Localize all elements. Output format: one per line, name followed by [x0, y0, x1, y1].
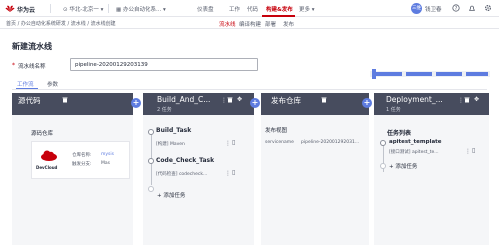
- pipeline-name-input[interactable]: pipeline-20200129203139: [70, 58, 258, 71]
- ellipsis-icon[interactable]: ⋮: [225, 170, 231, 177]
- tab-compile-build[interactable]: 编译构建: [239, 20, 261, 28]
- brand-name[interactable]: 华为云: [17, 5, 35, 14]
- release-view-header: 发布视图: [265, 128, 288, 134]
- drag-handle-icon[interactable]: ✥: [474, 96, 479, 103]
- drag-handle-icon[interactable]: ▯: [472, 147, 475, 154]
- source-repo-card[interactable]: DevCloud 仓库名称: mysis 触发分支: Mas: [31, 141, 130, 179]
- divider: [108, 4, 109, 13]
- task-card-build[interactable]: Build_Task [构建] Maven ⋮ ▯: [153, 123, 246, 153]
- stage-task-count: 2 任务: [157, 107, 172, 113]
- task-desc: [接口测试] apitest_te...: [389, 150, 439, 155]
- devcloud-logo-icon: [41, 150, 57, 161]
- nav-work[interactable]: 工作: [229, 5, 240, 13]
- stage-column-source: 源码仓库 DevCloud 仓库名称: mysis 触发分支: Mas: [12, 115, 133, 245]
- top-header: 华为云 ⊙ 华北-北京一 ▾ ▦ 办公自动化系... ▾ 仪表盘 工作 代码 构…: [0, 0, 499, 17]
- required-mark: *: [12, 62, 15, 69]
- branch-value: Mas: [101, 161, 110, 166]
- add-task-button[interactable]: + 添加任务: [389, 162, 417, 170]
- add-stage-button[interactable]: +: [362, 98, 372, 108]
- sub-navigation: 首页 / 办公自动化系统研发 / 流水线 / 流水线创建 流水线 编译构建 部署…: [0, 17, 499, 29]
- release-row-value[interactable]: pipeline-202001292031...: [301, 140, 359, 145]
- devcloud-logo-text: DevCloud: [36, 165, 58, 170]
- branch-label: 触发分支:: [72, 162, 92, 167]
- delete-icon[interactable]: [227, 97, 233, 103]
- stage-header-source[interactable]: 源代码: [12, 93, 133, 115]
- stage-header-release-repo[interactable]: 发布仓库: [261, 93, 369, 115]
- nav-dashboard[interactable]: 仪表盘: [197, 5, 214, 13]
- tab-workflow[interactable]: 工作流: [17, 80, 34, 88]
- task-name: Code_Check_Task: [156, 157, 215, 164]
- avatar[interactable]: 三维: [411, 3, 422, 14]
- nav-build-release[interactable]: 构建&发布: [266, 5, 293, 13]
- username[interactable]: 钱卫春: [425, 5, 442, 13]
- location-icon: ⊙: [63, 7, 68, 13]
- tab-deploy[interactable]: 部署: [265, 20, 276, 28]
- ellipsis-icon[interactable]: ⋮: [465, 148, 471, 155]
- chevron-down-icon: ▾: [100, 7, 104, 13]
- ellipsis-icon[interactable]: ⋮: [225, 140, 231, 147]
- stage-column-release-repo: 发布视图 servicename pipeline-202001292031..…: [261, 115, 369, 245]
- breadcrumb[interactable]: 首页 / 办公自动化系统研发 / 流水线 / 流水线创建: [6, 20, 116, 27]
- repo-name-value[interactable]: mysis: [101, 152, 114, 157]
- delete-icon[interactable]: [464, 97, 470, 103]
- add-stage-button[interactable]: +: [131, 98, 141, 108]
- nav-more-label: 更多: [299, 7, 311, 13]
- stage-title: 源代码: [18, 96, 41, 105]
- task-card-apitest[interactable]: apitest_template [接口测试] apitest_te... ⋮ …: [387, 137, 482, 159]
- task-status-icon: [380, 140, 386, 146]
- stage-task-count: 1 任务: [386, 107, 401, 113]
- huawei-logo-icon: [5, 5, 15, 12]
- page-title: 新建流水线: [12, 42, 52, 51]
- project-icon: ▦: [116, 7, 122, 13]
- task-desc: [代码检查] codecheck...: [156, 172, 208, 177]
- stage-header-build[interactable]: Build_And_C... 2 任务 ⋮ ✥: [143, 93, 254, 115]
- release-row-label: servicename: [265, 140, 294, 145]
- region-label: 华北-北京一: [69, 7, 99, 13]
- drag-handle-icon[interactable]: ▯: [232, 139, 235, 146]
- stage-title: Deployment_...: [386, 95, 443, 104]
- nav-more[interactable]: 更多 ▾: [299, 5, 315, 13]
- tab-release[interactable]: 发布: [283, 20, 294, 28]
- task-status-icon: [148, 186, 154, 192]
- divider: [12, 89, 487, 90]
- task-desc: [构建] Maven: [156, 142, 185, 147]
- stage-column-build: Build_Task [构建] Maven ⋮ ▯ Code_Check_Tas…: [143, 115, 254, 245]
- task-list-header: 任务列表: [387, 130, 412, 137]
- project-select[interactable]: ▦ 办公自动化系... ▾: [116, 5, 166, 13]
- region-select[interactable]: ⊙ 华北-北京一 ▾: [63, 5, 103, 13]
- task-name: apitest_template: [389, 139, 442, 145]
- nav-code[interactable]: 代码: [247, 5, 258, 13]
- pipeline-minimap[interactable]: [370, 69, 490, 79]
- task-status-icon: [380, 163, 386, 169]
- tab-pipeline[interactable]: 流水线: [219, 20, 236, 28]
- divider: [50, 4, 51, 13]
- pipeline-name-label: 流水线名称: [18, 64, 46, 70]
- repo-name-label: 仓库名称:: [72, 153, 92, 158]
- help-icon[interactable]: ?: [452, 4, 460, 12]
- delete-icon[interactable]: [62, 97, 68, 103]
- add-stage-button[interactable]: +: [250, 98, 260, 108]
- tab-parameters[interactable]: 参数: [47, 80, 58, 88]
- chevron-down-icon: ▾: [311, 7, 315, 13]
- stage-title: 发布仓库: [271, 96, 301, 105]
- source-repo-header: 源码仓库: [31, 131, 54, 137]
- stage-header-deployment[interactable]: Deployment_... 1 任务 ⋮ ✥: [374, 93, 489, 115]
- add-task-button[interactable]: + 添加任务: [157, 191, 185, 199]
- gear-icon[interactable]: [484, 4, 492, 12]
- drag-handle-icon[interactable]: ✥: [237, 96, 242, 103]
- stage-column-deployment: 任务列表 apitest_template [接口测试] apitest_te.…: [374, 115, 489, 245]
- stage-title: Build_And_C...: [157, 95, 211, 104]
- delete-icon[interactable]: [321, 97, 327, 103]
- task-name: Build_Task: [156, 127, 192, 134]
- task-card-code-check[interactable]: Code_Check_Task [代码检查] codecheck... ⋮ ▯: [153, 153, 246, 181]
- chevron-down-icon: ▾: [162, 7, 166, 13]
- project-label: 办公自动化系...: [122, 7, 162, 13]
- drag-handle-icon[interactable]: ▯: [232, 169, 235, 176]
- bell-icon[interactable]: [468, 4, 476, 12]
